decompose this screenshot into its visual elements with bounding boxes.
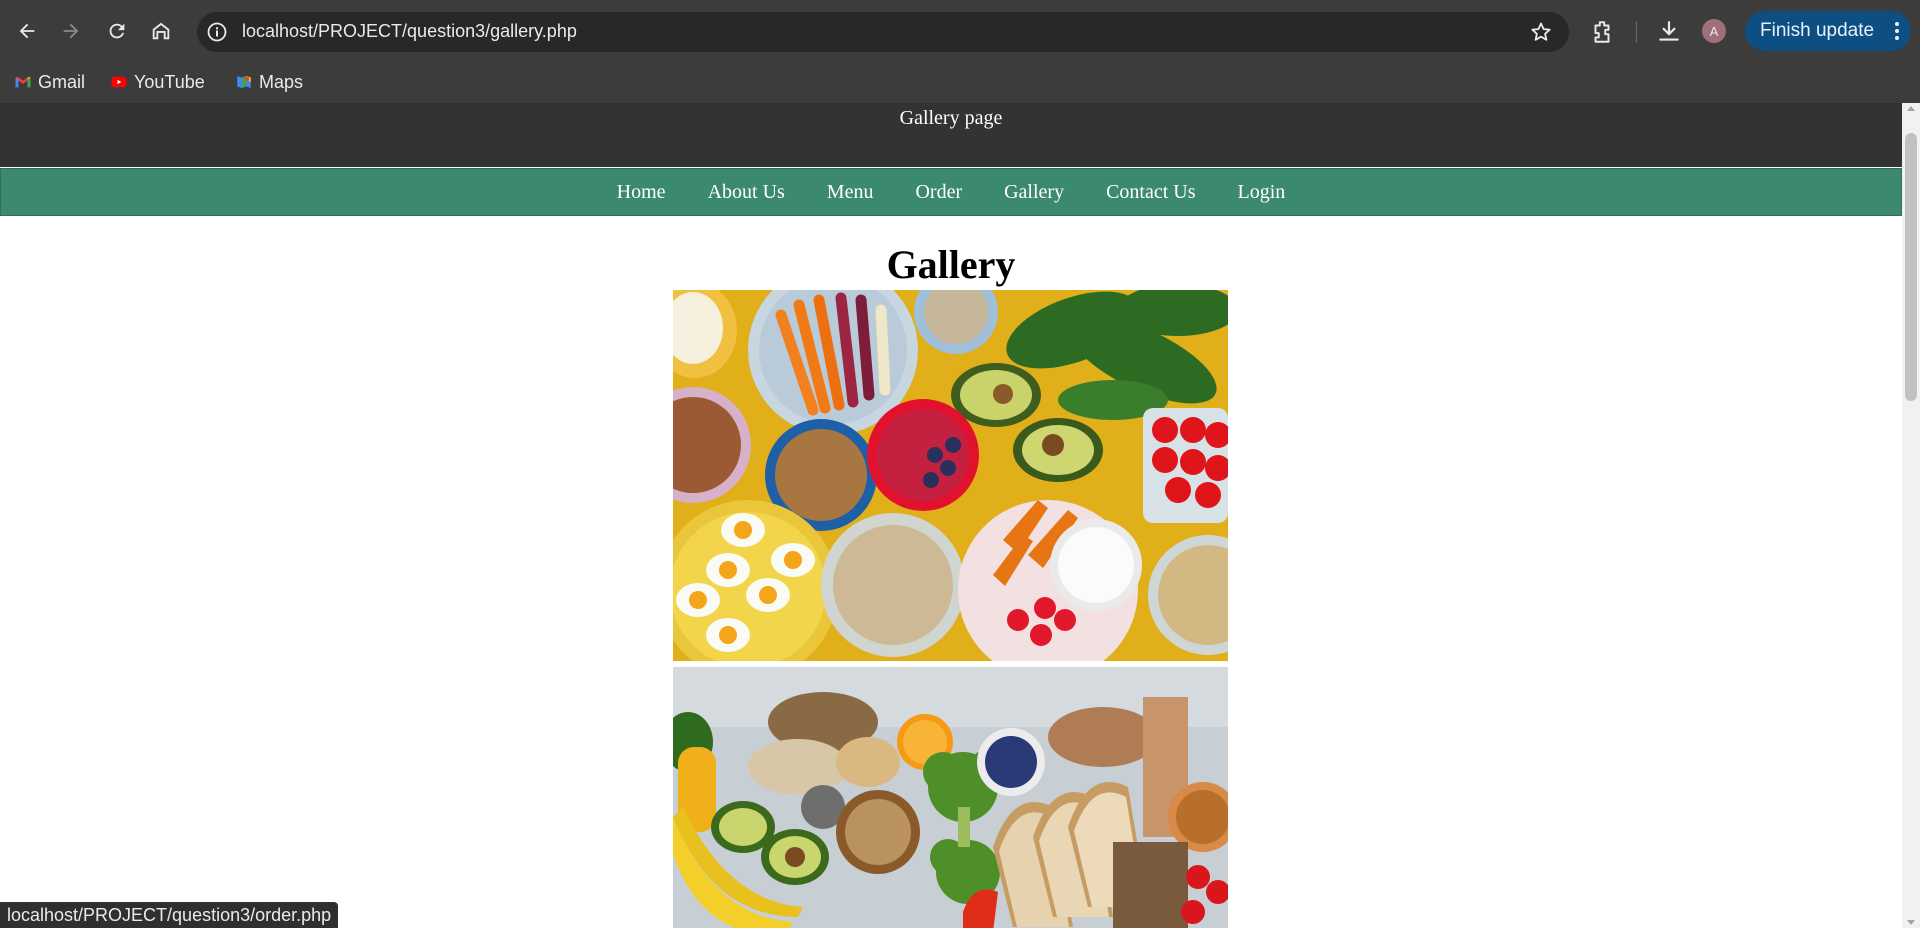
bookmark-gmail[interactable]: Gmail xyxy=(14,67,85,97)
finish-update-label: Finish update xyxy=(1760,20,1875,41)
info-icon[interactable] xyxy=(205,20,229,44)
forward-button[interactable] xyxy=(53,13,89,49)
bookmark-label: YouTube xyxy=(134,71,205,92)
home-button[interactable] xyxy=(143,13,179,49)
bookmarks-bar: Gmail YouTube Maps xyxy=(0,63,1920,103)
scroll-down-icon[interactable] xyxy=(1907,920,1915,925)
nav-link-home[interactable]: Home xyxy=(617,181,666,203)
profile-avatar[interactable]: A xyxy=(1702,19,1726,43)
gallery-image-2 xyxy=(673,667,1228,928)
page-viewport: Gallery page Home About Us Menu Order Ga… xyxy=(0,103,1902,928)
bookmark-label: Gmail xyxy=(38,71,86,92)
nav-link-order[interactable]: Order xyxy=(915,181,962,203)
browser-toolbar: localhost/PROJECT/question3/gallery.php … xyxy=(0,0,1920,63)
more-options-icon[interactable] xyxy=(1895,21,1899,41)
toolbar-divider xyxy=(1636,21,1637,43)
nav-link-menu[interactable]: Menu xyxy=(827,181,874,203)
youtube-icon xyxy=(111,76,127,88)
address-bar[interactable]: localhost/PROJECT/question3/gallery.php xyxy=(197,12,1569,52)
page-scrollbar[interactable] xyxy=(1902,103,1920,928)
reload-icon xyxy=(109,23,125,39)
finish-update-button[interactable]: Finish update xyxy=(1745,11,1911,51)
header-title: Gallery page xyxy=(899,107,1003,129)
nav-link-gallery[interactable]: Gallery xyxy=(1004,181,1064,203)
site-header: Gallery page xyxy=(0,103,1902,167)
bookmark-youtube[interactable]: YouTube xyxy=(110,67,205,97)
bookmark-label: Maps xyxy=(259,71,304,92)
maps-icon xyxy=(237,76,251,88)
page-title: Gallery xyxy=(886,242,1016,287)
download-icon[interactable] xyxy=(1656,19,1682,45)
reload-button[interactable] xyxy=(99,13,135,49)
url-text: localhost/PROJECT/question3/gallery.php xyxy=(242,21,577,41)
back-button[interactable] xyxy=(9,13,45,49)
gmail-icon xyxy=(15,76,31,88)
scrollbar-thumb[interactable] xyxy=(1905,133,1917,401)
extensions-icon[interactable] xyxy=(1589,19,1615,45)
status-bar-url: localhost/PROJECT/question3/order.php xyxy=(0,902,339,928)
bookmark-star-icon[interactable] xyxy=(1529,20,1553,44)
nav-link-about-us[interactable]: About Us xyxy=(708,181,785,203)
arrow-left-icon xyxy=(19,23,35,39)
main-nav: Home About Us Menu Order Gallery Contact… xyxy=(0,168,1902,216)
nav-link-login[interactable]: Login xyxy=(1238,181,1286,203)
nav-link-contact-us[interactable]: Contact Us xyxy=(1106,181,1195,203)
gallery-image-1 xyxy=(673,290,1228,661)
home-icon xyxy=(152,22,170,40)
arrow-right-icon xyxy=(63,23,79,39)
scroll-up-icon[interactable] xyxy=(1907,106,1915,111)
bookmark-maps[interactable]: Maps xyxy=(235,67,303,97)
